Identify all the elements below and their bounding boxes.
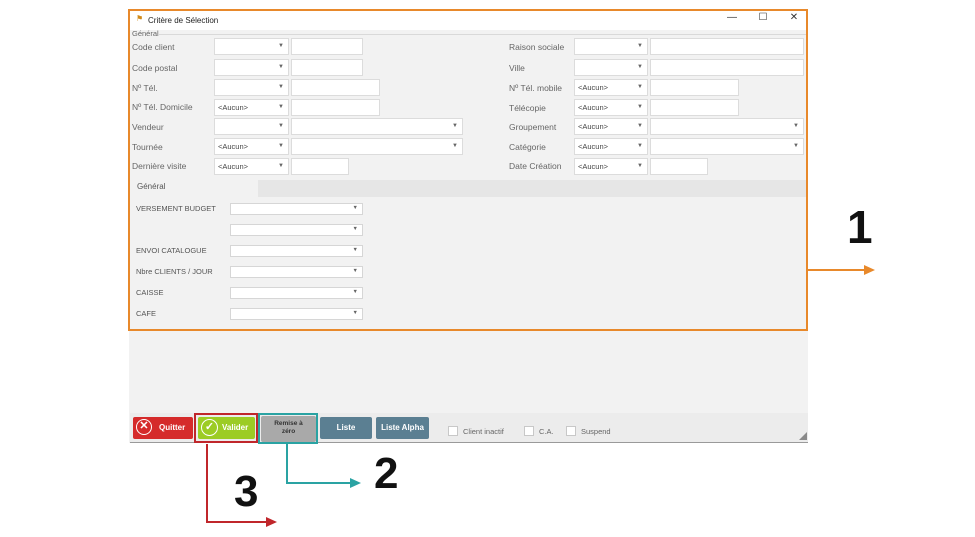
callout-number-2: 2 xyxy=(374,449,399,498)
callout-number-3: 3 xyxy=(234,467,259,516)
arrow-2-line xyxy=(286,444,352,484)
callout-arrows xyxy=(206,265,875,527)
callout-number-1: 1 xyxy=(847,201,873,253)
arrow-2-head xyxy=(350,478,361,488)
arrow-1-head xyxy=(864,265,875,275)
arrow-3-head xyxy=(266,517,277,527)
